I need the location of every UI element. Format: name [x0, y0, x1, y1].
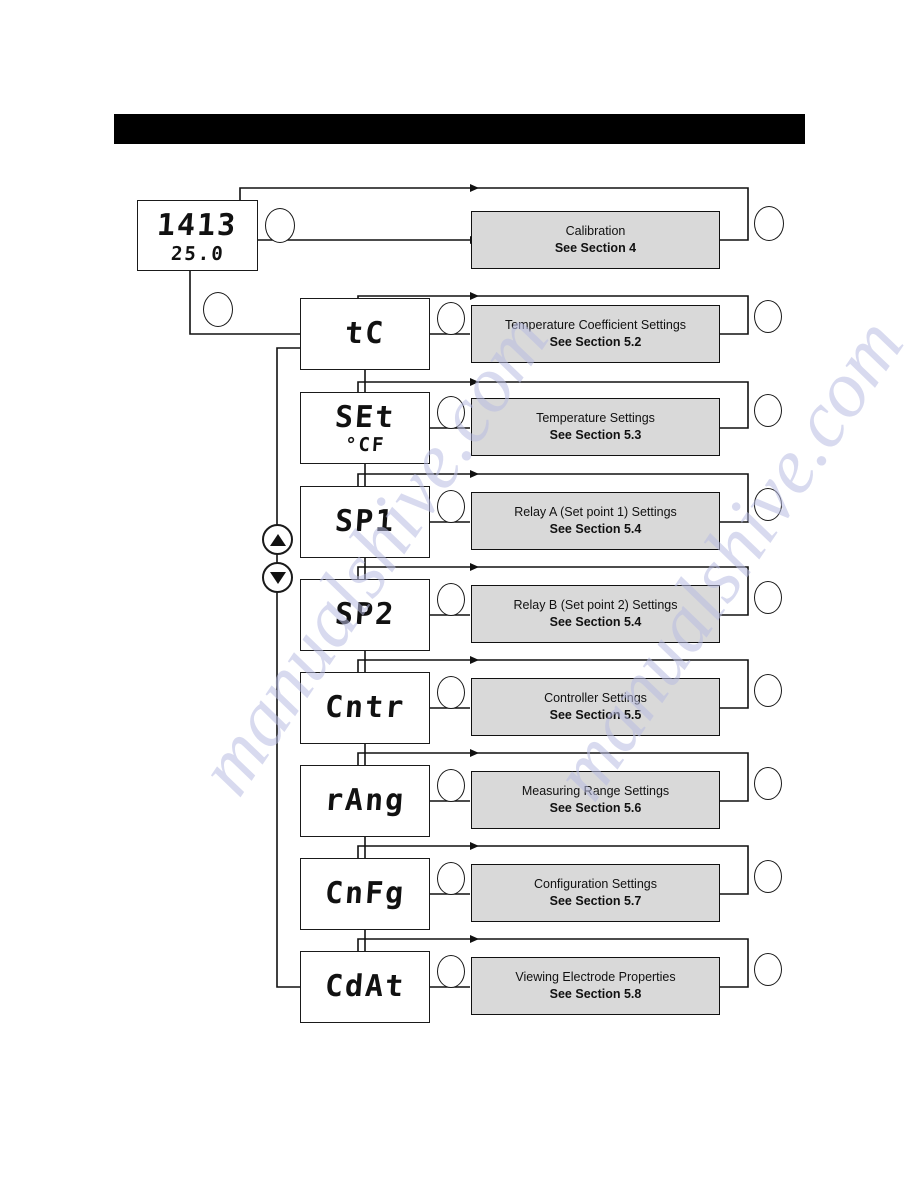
scroll-up-button[interactable]: [262, 524, 293, 555]
menu-code-label: SEt: [333, 400, 397, 435]
menu-description-title: Measuring Range Settings: [521, 784, 670, 799]
menu-description-box-set[interactable]: Temperature Settings See Section 5.3: [471, 398, 720, 456]
menu-description-section: See Section 5.3: [549, 427, 642, 442]
exit-menu-button-icon-set[interactable]: [754, 394, 782, 427]
menu-description-section: See Section 5.6: [549, 800, 642, 815]
menu-description-title: Temperature Settings: [536, 411, 655, 426]
triangle-up-icon: [269, 533, 286, 546]
calibration-section: See Section 4: [554, 240, 637, 255]
enter-menu-button-icon-cdat[interactable]: [437, 955, 465, 988]
menu-description-section: See Section 5.7: [549, 893, 642, 908]
menu-code-label: Cntr: [323, 690, 407, 725]
menu-code-label: CdAt: [323, 969, 407, 1004]
exit-menu-button-icon-sp1[interactable]: [754, 488, 782, 521]
menu-code-tc[interactable]: tC: [300, 298, 430, 370]
menu-description-section: See Section 5.5: [549, 707, 642, 722]
triangle-down-icon: [269, 571, 286, 584]
menu-code-cntr[interactable]: Cntr: [300, 672, 430, 744]
enter-calibration-button-icon[interactable]: [265, 208, 295, 243]
exit-menu-button-icon-cdat[interactable]: [754, 953, 782, 986]
menu-description-box-cnfg[interactable]: Configuration Settings See Section 5.7: [471, 864, 720, 922]
menu-description-section: See Section 5.4: [549, 521, 642, 536]
menu-description-title: Configuration Settings: [534, 877, 657, 892]
menu-code-sp1[interactable]: SP1: [300, 486, 430, 558]
exit-menu-button-icon-cnfg[interactable]: [754, 860, 782, 893]
menu-description-title: Relay A (Set point 1) Settings: [514, 505, 677, 520]
display-temperature-value: 25.0: [169, 243, 226, 265]
menu-description-box-sp2[interactable]: Relay B (Set point 2) Settings See Secti…: [471, 585, 720, 643]
enter-menu-button-icon-rang[interactable]: [437, 769, 465, 802]
menu-description-box-sp1[interactable]: Relay A (Set point 1) Settings See Secti…: [471, 492, 720, 550]
menu-description-title: Relay B (Set point 2) Settings: [513, 598, 678, 613]
menu-code-set[interactable]: SEt °CF: [300, 392, 430, 464]
menu-description-section: See Section 5.2: [549, 334, 642, 349]
menu-code-sp2[interactable]: SP2: [300, 579, 430, 651]
menu-description-box-cdat[interactable]: Viewing Electrode Properties See Section…: [471, 957, 720, 1015]
enter-menu-button-icon-cnfg[interactable]: [437, 862, 465, 895]
menu-description-section: See Section 5.8: [549, 986, 642, 1001]
menu-code-label: CnFg: [323, 876, 407, 911]
exit-menu-button-icon-sp2[interactable]: [754, 581, 782, 614]
menu-code-label: SP2: [333, 597, 397, 632]
menu-code-label: tC: [343, 316, 387, 351]
menu-code-label: rAng: [323, 783, 407, 818]
menu-code-label: SP1: [333, 504, 397, 539]
exit-menu-button-icon-rang[interactable]: [754, 767, 782, 800]
menu-description-box-cntr[interactable]: Controller Settings See Section 5.5: [471, 678, 720, 736]
exit-menu-button-icon-tc[interactable]: [754, 300, 782, 333]
menu-description-box-rang[interactable]: Measuring Range Settings See Section 5.6: [471, 771, 720, 829]
enter-menu-button-icon-sp2[interactable]: [437, 583, 465, 616]
calibration-description-box[interactable]: Calibration See Section 4: [471, 211, 720, 269]
menu-description-title: Viewing Electrode Properties: [515, 970, 676, 985]
exit-calibration-button-icon[interactable]: [754, 206, 784, 241]
exit-menu-button-icon-cntr[interactable]: [754, 674, 782, 707]
menu-description-title: Temperature Coefficient Settings: [504, 318, 687, 333]
diagram-page: manualshive.com manualshive.com 1413 25.…: [0, 0, 918, 1188]
enter-menu-button-icon-set[interactable]: [437, 396, 465, 429]
menu-code-cdat[interactable]: CdAt: [300, 951, 430, 1023]
enter-menu-button-icon-cntr[interactable]: [437, 676, 465, 709]
menu-description-section: See Section 5.4: [549, 614, 642, 629]
enter-menu-button-icon-tc[interactable]: [437, 302, 465, 335]
enter-menu-button-icon-sp1[interactable]: [437, 490, 465, 523]
menu-code-sublabel: °CF: [344, 434, 386, 456]
scroll-down-button[interactable]: [262, 562, 293, 593]
display-main-value: 1413: [156, 208, 239, 243]
menu-description-box-tc[interactable]: Temperature Coefficient Settings See Sec…: [471, 305, 720, 363]
menu-code-cnfg[interactable]: CnFg: [300, 858, 430, 930]
menu-code-rang[interactable]: rAng: [300, 765, 430, 837]
calibration-title: Calibration: [565, 224, 626, 239]
enter-setup-menu-button-icon[interactable]: [203, 292, 233, 327]
main-measurement-display[interactable]: 1413 25.0: [137, 200, 258, 271]
menu-description-title: Controller Settings: [544, 691, 647, 706]
